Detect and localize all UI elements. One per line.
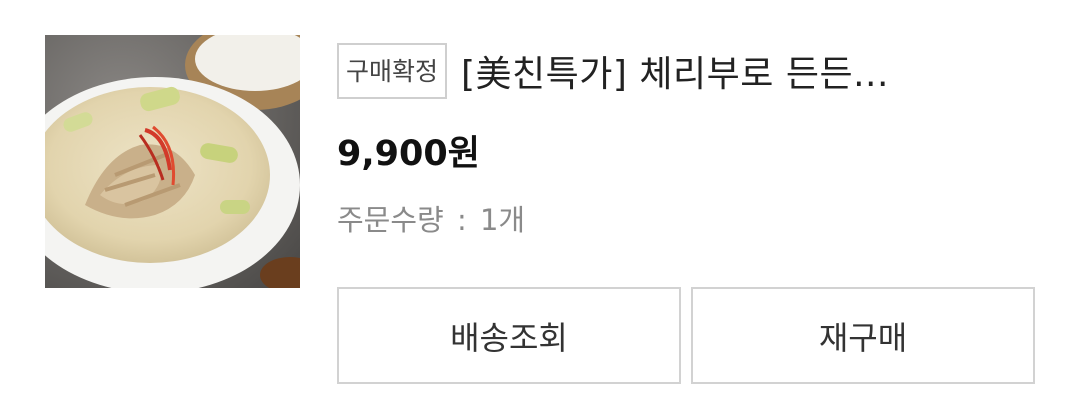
quantity-label: 주문수량 <box>337 203 444 237</box>
track-delivery-button[interactable]: 배송조회 <box>337 287 681 384</box>
order-item-info: 구매확정 [美친특가] 체리부로 든든... 9,900원 주문수량 : 1개 <box>337 42 1037 240</box>
product-title-row[interactable]: 구매확정 [美친특가] 체리부로 든든... <box>337 42 1037 100</box>
product-title[interactable]: [美친특가] 체리부로 든든... <box>461 45 889 97</box>
quantity-separator: : <box>456 203 467 237</box>
reorder-button[interactable]: 재구매 <box>691 287 1035 384</box>
product-thumbnail[interactable] <box>45 35 300 288</box>
order-actions: 배송조회 재구매 <box>337 287 1035 384</box>
order-quantity: 주문수량 : 1개 <box>337 200 1037 240</box>
chicken-soup-photo-icon <box>45 35 300 288</box>
product-price: 9,900원 <box>337 134 480 174</box>
status-badge: 구매확정 <box>337 43 448 99</box>
quantity-value: 1개 <box>479 203 526 237</box>
